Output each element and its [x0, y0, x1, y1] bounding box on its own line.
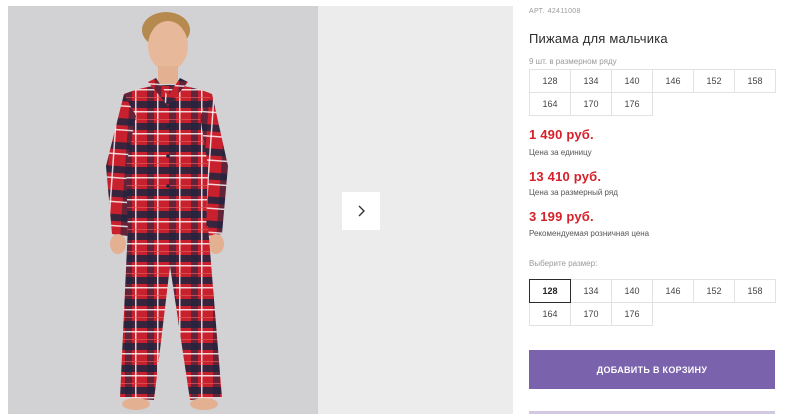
size-option-164[interactable]: 164	[529, 302, 571, 326]
size-row-cell-128: 128	[529, 69, 571, 93]
size-option-158[interactable]: 158	[734, 279, 776, 303]
size-option-140[interactable]: 140	[611, 279, 653, 303]
size-row-cell-134: 134	[570, 69, 612, 93]
size-option-170[interactable]: 170	[570, 302, 612, 326]
product-photo	[8, 6, 318, 414]
unit-price-label: Цена за единицу	[529, 148, 592, 157]
row-price: 13 410 руб.	[529, 169, 602, 184]
article-number: АРТ. 42411008	[529, 8, 581, 15]
size-row-cell-146: 146	[652, 69, 694, 93]
product-page: АРТ. 42411008 Пижама для мальчика 9 шт. в…	[0, 0, 800, 414]
boy-pajamas-illustration	[8, 6, 318, 414]
size-row-cell-170: 170	[570, 92, 612, 116]
choose-size-label: Выберите размер:	[529, 259, 598, 268]
article-value: 42411008	[547, 8, 581, 15]
size-selector: 128 134 140 146 152 158 164 170 176	[529, 279, 781, 326]
row-price-label: Цена за размерный ряд	[529, 188, 618, 197]
retail-price: 3 199 руб.	[529, 209, 594, 224]
product-title: Пижама для мальчика	[529, 31, 668, 46]
size-option-146[interactable]: 146	[652, 279, 694, 303]
size-row-cell-176: 176	[611, 92, 653, 116]
size-row-grid: 128 134 140 146 152 158 164 170 176	[529, 69, 781, 116]
size-row-cell-158: 158	[734, 69, 776, 93]
size-option-134[interactable]: 134	[570, 279, 612, 303]
product-gallery	[8, 6, 513, 414]
next-image-button[interactable]	[342, 192, 380, 230]
size-row-cell-164: 164	[529, 92, 571, 116]
retail-price-label: Рекомендуемая розничная цена	[529, 229, 650, 238]
size-row-cell-152: 152	[693, 69, 735, 93]
size-option-128[interactable]: 128	[529, 279, 571, 303]
size-option-152[interactable]: 152	[693, 279, 735, 303]
size-row-cell-140: 140	[611, 69, 653, 93]
size-option-176[interactable]: 176	[611, 302, 653, 326]
add-to-cart-button[interactable]: ДОБАВИТЬ В КОРЗИНУ	[529, 350, 775, 389]
unit-price: 1 490 руб.	[529, 127, 594, 142]
size-row-note: 9 шт. в размерном ряду	[529, 57, 617, 66]
article-label: АРТ.	[529, 8, 545, 15]
chevron-right-icon	[358, 205, 365, 217]
